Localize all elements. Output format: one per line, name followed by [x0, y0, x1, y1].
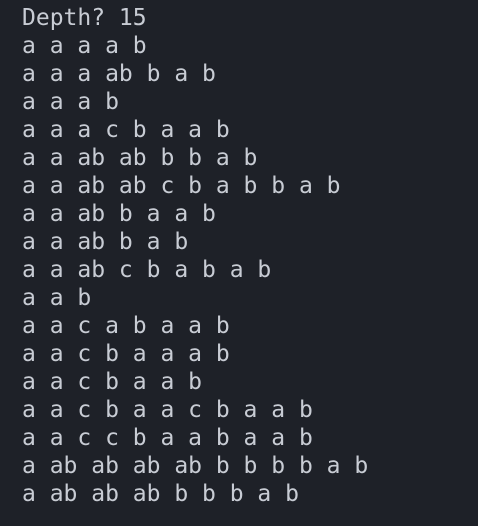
output-line: a a a b: [22, 89, 119, 115]
output-line: a a c c b a a b a a b: [22, 425, 313, 451]
output-line: a a c b a a c b a a b: [22, 397, 313, 423]
output-line: a a ab ab b b a b: [22, 145, 258, 171]
output-line: a ab ab ab ab b b b b a b: [22, 453, 369, 479]
output-line: a a c a b a a b: [22, 313, 230, 339]
output-line: a a ab b a a b: [22, 201, 216, 227]
output-line: a a b: [22, 285, 92, 311]
output-line: a a ab ab c b a b b a b: [22, 173, 341, 199]
output-line: a a a ab b a b: [22, 61, 216, 87]
output-line: a ab ab ab b b b a b: [22, 481, 299, 507]
output-line: a a ab c b a b a b: [22, 257, 272, 283]
output-line: a a c b a a b: [22, 369, 203, 395]
output-line: a a a a b: [22, 33, 147, 59]
output-line: a a a c b a a b: [22, 117, 230, 143]
output-line: a a ab b a b: [22, 229, 189, 255]
output-line: a a c b a a a b: [22, 341, 230, 367]
terminal-window[interactable]: Depth? 15 a a a a b a a a ab b a b a a a…: [0, 0, 478, 526]
prompt-line: Depth? 15: [22, 5, 147, 31]
